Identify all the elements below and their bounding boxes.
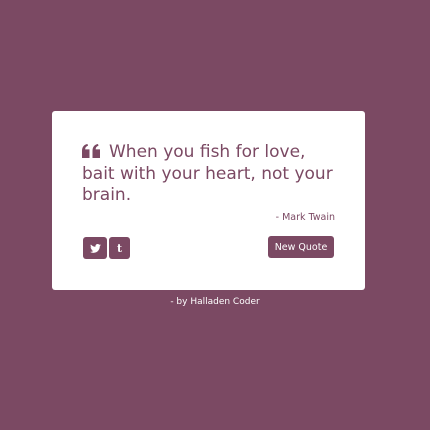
quote-card: When you fish for love, bait with your h… <box>52 111 365 290</box>
twitter-icon <box>89 241 101 256</box>
quote-author: - Mark Twain <box>275 212 335 223</box>
tumblr-button[interactable]: t <box>109 237 130 259</box>
quote-text: When you fish for love, bait with your h… <box>82 142 333 205</box>
tweet-button[interactable] <box>83 237 107 259</box>
new-quote-button[interactable]: New Quote <box>268 236 334 258</box>
tumblr-icon: t <box>116 241 123 255</box>
quote-text-block: When you fish for love, bait with your h… <box>82 142 337 206</box>
footer-credit: - by Halladen Coder <box>170 297 260 307</box>
quote-left-icon <box>82 143 101 164</box>
